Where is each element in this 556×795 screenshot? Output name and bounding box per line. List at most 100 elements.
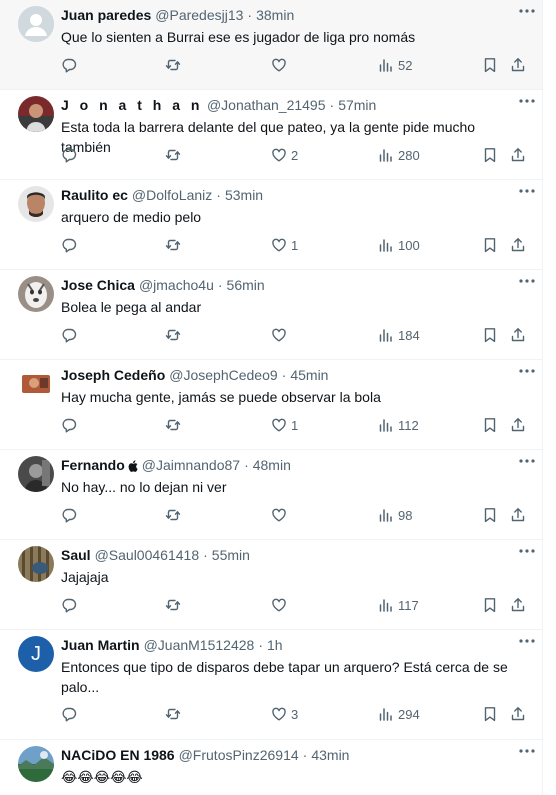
timestamp[interactable]: 57min (338, 96, 376, 115)
display-name[interactable]: Fernando (61, 456, 125, 475)
avatar[interactable] (18, 96, 54, 132)
retweet-button[interactable] (165, 505, 185, 525)
like-button[interactable]: 2 (271, 145, 298, 165)
display-name[interactable]: Raulito ec (61, 186, 128, 205)
share-button[interactable] (510, 505, 526, 525)
timestamp[interactable]: 56min (227, 276, 265, 295)
user-handle[interactable]: @JosephCedeo9 (169, 366, 277, 385)
avatar[interactable] (18, 546, 54, 582)
retweet-button[interactable] (165, 55, 185, 75)
more-icon[interactable] (518, 6, 536, 16)
more-icon[interactable] (518, 636, 536, 646)
views-button[interactable]: 98 (378, 505, 412, 525)
display-name[interactable]: Saul (61, 546, 91, 565)
bookmark-button[interactable] (482, 595, 498, 615)
timestamp[interactable]: 38min (256, 6, 294, 25)
like-button[interactable] (271, 325, 291, 345)
avatar[interactable] (18, 366, 54, 402)
bookmark-button[interactable] (482, 235, 498, 255)
like-button[interactable]: 3 (271, 704, 298, 724)
timestamp[interactable]: 48min (253, 456, 291, 475)
display-name[interactable]: J o n a t h a n (61, 96, 203, 115)
retweet-button[interactable] (165, 235, 185, 255)
reply-item[interactable]: Juan paredes @Paredesjj13 · 38min Que lo… (0, 0, 542, 90)
like-button[interactable] (271, 55, 291, 75)
avatar[interactable] (18, 746, 54, 782)
retweet-button[interactable] (165, 704, 185, 724)
user-handle[interactable]: @FrutosPinz26914 (179, 746, 299, 765)
views-button[interactable]: 184 (378, 325, 420, 345)
retweet-button[interactable] (165, 415, 185, 435)
retweet-button[interactable] (165, 145, 185, 165)
reply-button[interactable] (61, 235, 81, 255)
timestamp[interactable]: 45min (290, 366, 328, 385)
bookmark-button[interactable] (482, 415, 498, 435)
reply-item[interactable]: Saul @Saul00461418 · 55min Jajajaja 117 (0, 540, 542, 630)
reply-item[interactable]: J Juan Martin @JuanM1512428 · 1h Entonce… (0, 630, 542, 740)
more-icon[interactable] (518, 96, 536, 106)
avatar[interactable] (18, 276, 54, 312)
share-button[interactable] (510, 595, 526, 615)
timestamp[interactable]: 43min (311, 746, 349, 765)
timestamp[interactable]: 53min (225, 186, 263, 205)
user-handle[interactable]: @Paredesjj13 (155, 6, 243, 25)
user-handle[interactable]: @jmacho4u (139, 276, 214, 295)
avatar[interactable] (18, 186, 54, 222)
display-name[interactable]: Jose Chica (61, 276, 135, 295)
bookmark-button[interactable] (482, 704, 498, 724)
bookmark-button[interactable] (482, 325, 498, 345)
share-button[interactable] (510, 415, 526, 435)
share-button[interactable] (510, 235, 526, 255)
reply-button[interactable] (61, 505, 81, 525)
more-icon[interactable] (518, 366, 536, 376)
display-name[interactable]: Joseph Cedeño (61, 366, 165, 385)
bookmark-button[interactable] (482, 55, 498, 75)
reply-item[interactable]: J o n a t h a n @Jonathan_21495 · 57min … (0, 90, 542, 180)
reply-item[interactable]: Fernando @Jaimnando87 · 48min No hay... … (0, 450, 542, 540)
reply-item[interactable]: Raulito ec @DolfoLaniz · 53min arquero d… (0, 180, 542, 270)
display-name[interactable]: Juan Martin (61, 636, 140, 655)
share-button[interactable] (510, 145, 526, 165)
more-icon[interactable] (518, 746, 536, 756)
views-button[interactable]: 112 (378, 415, 419, 435)
reply-button[interactable] (61, 55, 81, 75)
views-button[interactable]: 117 (378, 595, 419, 615)
reply-button[interactable] (61, 325, 81, 345)
more-icon[interactable] (518, 546, 536, 556)
like-button[interactable]: 1 (271, 235, 298, 255)
avatar[interactable] (18, 456, 54, 492)
more-icon[interactable] (518, 276, 536, 286)
user-handle[interactable]: @Jaimnando87 (142, 456, 240, 475)
share-button[interactable] (510, 325, 526, 345)
avatar[interactable] (18, 6, 54, 42)
reply-button[interactable] (61, 145, 81, 165)
reply-button[interactable] (61, 415, 81, 435)
timestamp[interactable]: 55min (212, 546, 250, 565)
avatar[interactable]: J (18, 636, 54, 672)
reply-item[interactable]: NACiDO EN 1986 @FrutosPinz26914 · 43min … (0, 740, 542, 795)
display-name[interactable]: Juan paredes (61, 6, 151, 25)
retweet-button[interactable] (165, 325, 185, 345)
views-button[interactable]: 100 (378, 235, 420, 255)
share-button[interactable] (510, 55, 526, 75)
views-button[interactable]: 294 (378, 704, 420, 724)
reply-item[interactable]: Jose Chica @jmacho4u · 56min Bolea le pe… (0, 270, 542, 360)
bookmark-button[interactable] (482, 145, 498, 165)
user-handle[interactable]: @Saul00461418 (95, 546, 200, 565)
views-button[interactable]: 52 (378, 55, 412, 75)
user-handle[interactable]: @JuanM1512428 (144, 636, 255, 655)
more-icon[interactable] (518, 456, 536, 466)
like-button[interactable] (271, 595, 291, 615)
bookmark-button[interactable] (482, 505, 498, 525)
more-icon[interactable] (518, 186, 536, 196)
display-name[interactable]: NACiDO EN 1986 (61, 746, 175, 765)
reply-button[interactable] (61, 595, 81, 615)
timestamp[interactable]: 1h (267, 636, 283, 655)
like-button[interactable] (271, 505, 291, 525)
like-button[interactable]: 1 (271, 415, 298, 435)
retweet-button[interactable] (165, 595, 185, 615)
reply-item[interactable]: Joseph Cedeño @JosephCedeo9 · 45min Hay … (0, 360, 542, 450)
user-handle[interactable]: @Jonathan_21495 (207, 96, 326, 115)
views-button[interactable]: 280 (378, 145, 420, 165)
share-button[interactable] (510, 704, 526, 724)
